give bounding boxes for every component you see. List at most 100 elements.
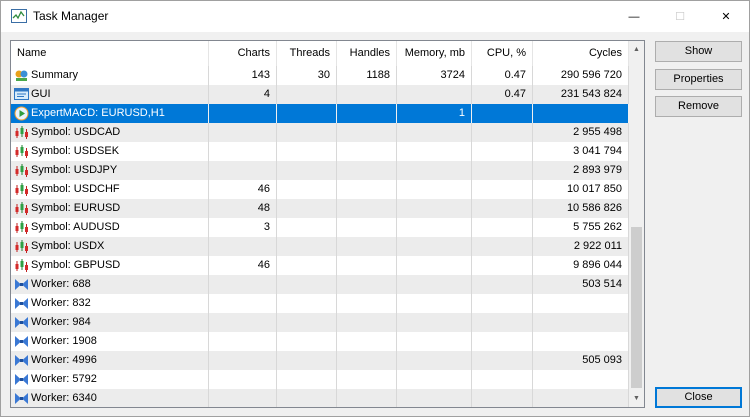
close-window-button[interactable]: ✕ xyxy=(703,1,749,32)
table-row[interactable]: Symbol: USDJPY 2 893 979 xyxy=(11,161,629,180)
column-header-charts[interactable]: Charts xyxy=(209,41,277,66)
cell-threads xyxy=(277,294,337,313)
cell-memory xyxy=(397,161,472,180)
cell-handles xyxy=(337,199,397,218)
cell-cycles: 2 893 979 xyxy=(533,161,629,180)
table-row[interactable]: Symbol: GBPUSD 46 9 896 044 xyxy=(11,256,629,275)
symbol-chart-icon xyxy=(14,220,29,235)
row-name-label: ExpertMACD: EURUSD,H1 xyxy=(31,107,165,119)
row-name-label: Symbol: USDCHF xyxy=(31,183,120,195)
cell-charts xyxy=(209,123,277,142)
row-name-label: Symbol: EURUSD xyxy=(31,202,121,214)
cell-name: Worker: 6340 xyxy=(11,389,209,407)
column-header-name[interactable]: Name xyxy=(11,41,209,66)
cell-handles xyxy=(337,332,397,351)
scroll-up-icon[interactable]: ▲ xyxy=(629,41,644,58)
column-header-threads[interactable]: Threads xyxy=(277,41,337,66)
cell-charts xyxy=(209,142,277,161)
summary-icon xyxy=(14,68,29,83)
cell-cpu xyxy=(472,218,533,237)
symbol-chart-icon xyxy=(14,144,29,159)
scroll-down-icon[interactable]: ▼ xyxy=(629,390,644,407)
cell-memory xyxy=(397,237,472,256)
worker-icon xyxy=(14,277,29,292)
cell-cycles: 505 093 xyxy=(533,351,629,370)
table-row[interactable]: Symbol: USDCHF 46 10 017 850 xyxy=(11,180,629,199)
cell-threads xyxy=(277,85,337,104)
scroll-thumb[interactable] xyxy=(631,227,642,388)
cell-memory xyxy=(397,294,472,313)
cell-cycles: 3 041 794 xyxy=(533,142,629,161)
cell-cycles xyxy=(533,370,629,389)
cell-cpu xyxy=(472,199,533,218)
table-row[interactable]: Summary 143 30 1188 3724 0.47 290 596 720 xyxy=(11,66,629,85)
cell-memory xyxy=(397,180,472,199)
cell-cycles: 10 017 850 xyxy=(533,180,629,199)
row-name-label: Symbol: AUDUSD xyxy=(31,221,120,233)
column-header-cycles[interactable]: Cycles xyxy=(533,41,629,66)
cell-name: Worker: 688 xyxy=(11,275,209,294)
cell-handles xyxy=(337,180,397,199)
cell-name: Worker: 1908 xyxy=(11,332,209,351)
worker-icon xyxy=(14,353,29,368)
table-row[interactable]: Worker: 6340 xyxy=(11,389,629,407)
table-row[interactable]: Worker: 4996 505 093 xyxy=(11,351,629,370)
table-row[interactable]: Symbol: USDX 2 922 011 xyxy=(11,237,629,256)
cell-name: Summary xyxy=(11,66,209,85)
cell-threads xyxy=(277,351,337,370)
worker-icon xyxy=(14,391,29,406)
cell-memory xyxy=(397,313,472,332)
table-row[interactable]: Worker: 5792 xyxy=(11,370,629,389)
cell-cycles: 2 955 498 xyxy=(533,123,629,142)
table-row[interactable]: Symbol: AUDUSD 3 5 755 262 xyxy=(11,218,629,237)
remove-button[interactable]: Remove xyxy=(655,96,742,117)
cell-handles xyxy=(337,104,397,123)
cell-threads xyxy=(277,256,337,275)
cell-cpu xyxy=(472,142,533,161)
cell-threads xyxy=(277,199,337,218)
table-row[interactable]: Symbol: USDCAD 2 955 498 xyxy=(11,123,629,142)
cell-cpu xyxy=(472,256,533,275)
cell-memory xyxy=(397,199,472,218)
cell-handles xyxy=(337,313,397,332)
title-bar[interactable]: Task Manager — ☐ ✕ xyxy=(1,1,749,32)
column-header-cpu[interactable]: CPU, % xyxy=(472,41,533,66)
cell-threads xyxy=(277,104,337,123)
table-row[interactable]: ExpertMACD: EURUSD,H1 1 xyxy=(11,104,629,123)
maximize-button: ☐ xyxy=(675,11,685,23)
cell-charts xyxy=(209,294,277,313)
show-button[interactable]: Show xyxy=(655,41,742,62)
close-button[interactable]: Close xyxy=(655,387,742,408)
cell-name: Symbol: USDJPY xyxy=(11,161,209,180)
cell-cycles: 5 755 262 xyxy=(533,218,629,237)
cell-handles xyxy=(337,351,397,370)
table-row[interactable]: GUI 4 0.47 231 543 824 xyxy=(11,85,629,104)
table-row[interactable]: Worker: 832 xyxy=(11,294,629,313)
table-row[interactable]: Worker: 1908 xyxy=(11,332,629,351)
table-row[interactable]: Symbol: EURUSD 48 10 586 826 xyxy=(11,199,629,218)
cell-cpu xyxy=(472,275,533,294)
cell-cycles: 10 586 826 xyxy=(533,199,629,218)
row-name-label: Symbol: USDSEK xyxy=(31,145,120,157)
column-header-memory[interactable]: Memory, mb xyxy=(397,41,472,66)
cell-cycles xyxy=(533,294,629,313)
table-row[interactable]: Worker: 688 503 514 xyxy=(11,275,629,294)
table-row[interactable]: Worker: 984 xyxy=(11,313,629,332)
cell-memory xyxy=(397,218,472,237)
cell-threads xyxy=(277,180,337,199)
cell-name: Worker: 984 xyxy=(11,313,209,332)
row-name-label: Summary xyxy=(31,69,79,81)
cell-name: Symbol: USDX xyxy=(11,237,209,256)
table-row[interactable]: Symbol: USDSEK 3 041 794 xyxy=(11,142,629,161)
cell-memory xyxy=(397,85,472,104)
cell-cpu xyxy=(472,180,533,199)
cell-handles xyxy=(337,237,397,256)
properties-button[interactable]: Properties xyxy=(655,69,742,90)
cell-charts xyxy=(209,104,277,123)
cell-charts: 4 xyxy=(209,85,277,104)
process-list[interactable]: Name Charts Threads Handles Memory, mb CPU, %… xyxy=(10,40,645,408)
vertical-scrollbar[interactable]: ▲ ▼ xyxy=(629,41,644,407)
minimize-button[interactable]: — xyxy=(611,1,657,32)
cell-cpu: 0.47 xyxy=(472,66,533,85)
column-header-handles[interactable]: Handles xyxy=(337,41,397,66)
